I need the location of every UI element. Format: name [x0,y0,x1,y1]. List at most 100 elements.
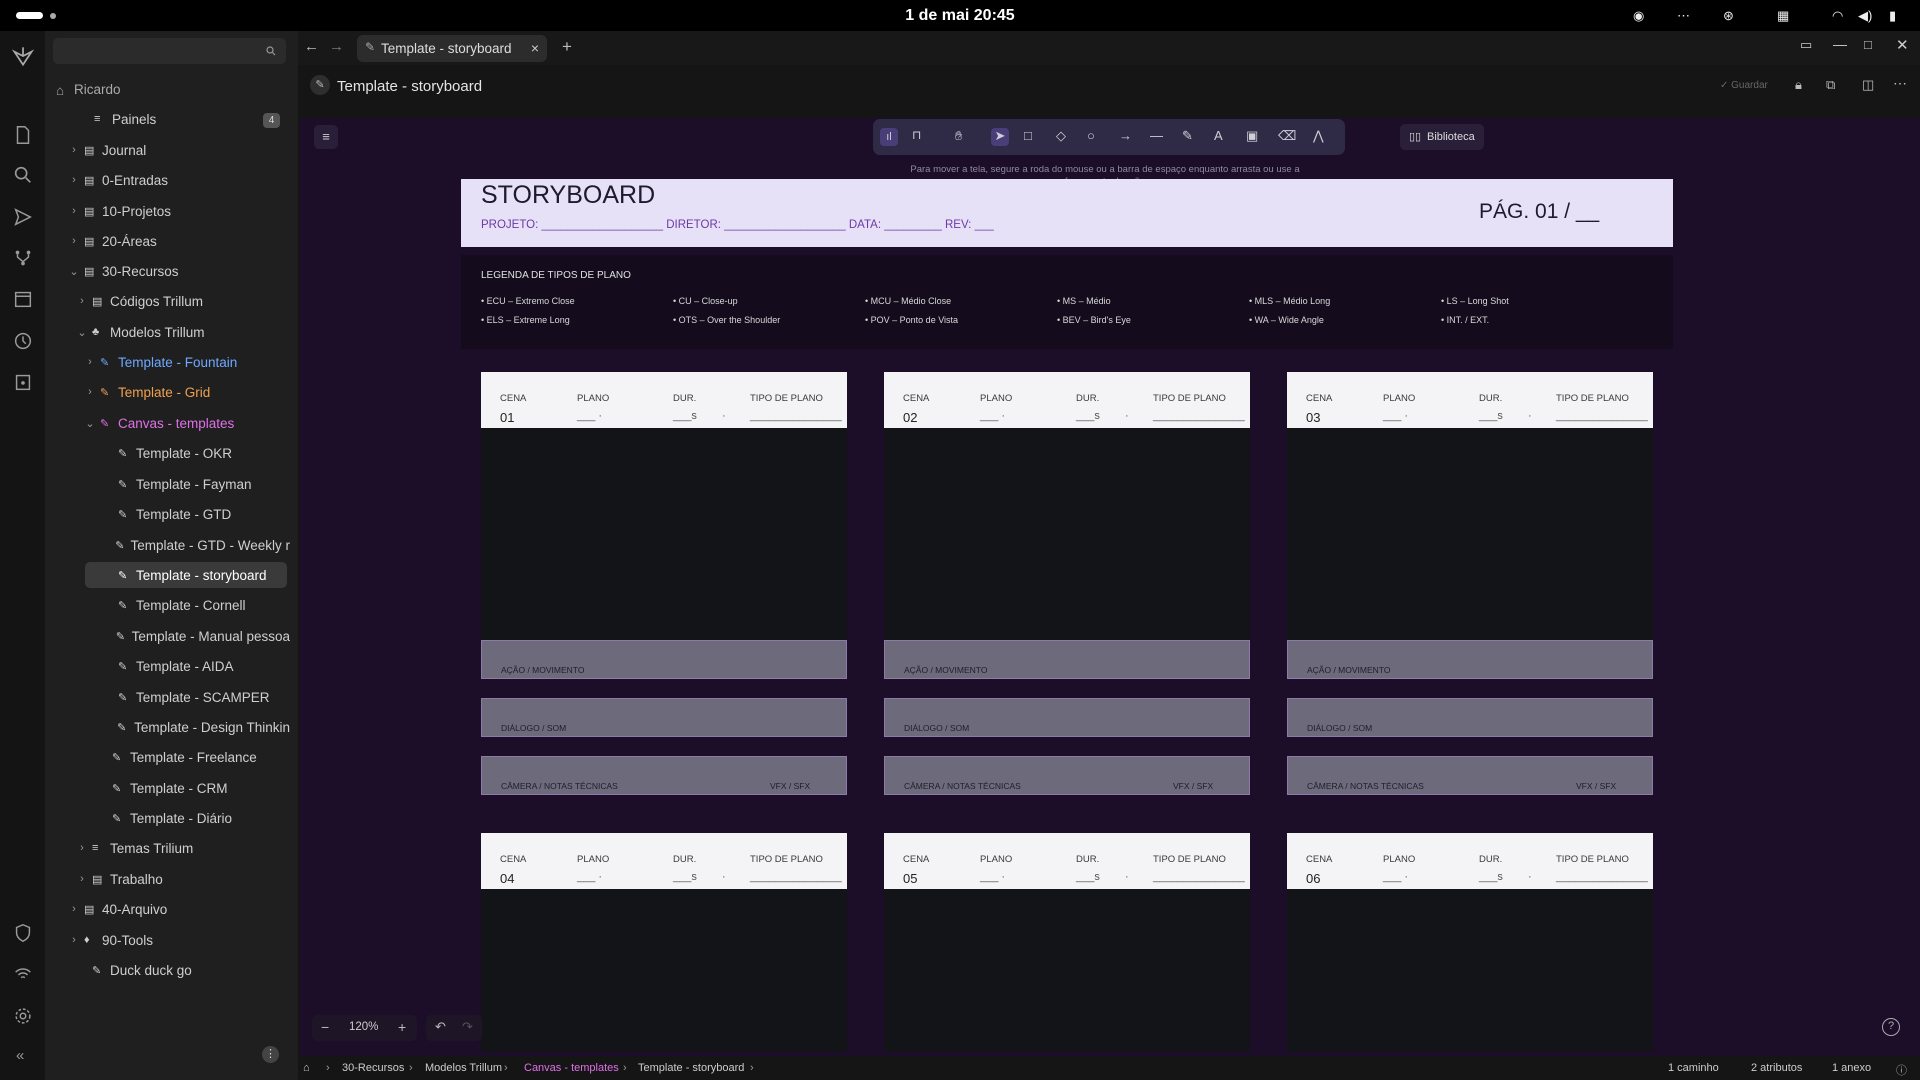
side-panel-icon[interactable]: ◫ [1862,77,1874,93]
panel-frame[interactable] [1287,889,1653,1052]
chevron-icon[interactable]: › [76,842,88,854]
tree-item[interactable]: ✎ Template - GTD - Weekly r [0,532,290,558]
lock-icon[interactable]: 🔒︎ [1795,77,1802,93]
grid-icon[interactable]: ▦ [1777,8,1789,24]
chevron-icon[interactable]: › [68,934,80,946]
panel-header[interactable]: CENA PLANO DUR. TIPO DE PLANO 03 ___ · ___s · __… [1287,372,1653,428]
dialogue-field[interactable]: DIÁLOGO / SOM [884,698,1250,737]
tree-item[interactable]: ✎ Template - CRM [0,775,290,801]
rectangle-tool-icon[interactable]: □ [1024,128,1042,146]
more-options-icon[interactable]: ⋯ [1893,75,1907,92]
line-tool-icon[interactable]: — [1150,128,1168,146]
volume-icon[interactable]: ◀) [1858,8,1872,24]
note-type-icon[interactable]: ✎ [310,75,330,95]
camera-notes-field[interactable]: CÂMERA / NOTAS TÉCNICAS VFX / SFX [481,756,847,795]
panel-header[interactable]: CENA PLANO DUR. TIPO DE PLANO 06 ___ · ___s · __… [1287,833,1653,889]
panel-header[interactable]: CENA PLANO DUR. TIPO DE PLANO 01 ___ · ___s · __… [481,372,847,428]
tree-item[interactable]: › ▤ 10-Projetos [0,198,290,224]
maximize-icon[interactable]: □ [1864,37,1872,52]
gear-icon[interactable] [12,1005,34,1027]
breadcrumb-item[interactable]: Modelos Trillum [425,1062,502,1074]
tree-item[interactable]: › ▤ 40-Arquivo [0,896,290,922]
search-input[interactable] [53,38,286,64]
tree-item[interactable]: ⌄ ♣ Modelos Trillum [0,319,290,345]
chevron-icon[interactable]: ⌄ [76,326,88,339]
chevron-icon[interactable]: › [68,903,80,915]
breadcrumb-item[interactable]: Canvas - templates [524,1062,619,1074]
save-button[interactable]: ✓ Guardar [1720,80,1768,91]
options-icon[interactable]: ⋮ [262,1046,279,1063]
paths-count[interactable]: 1 caminho [1668,1062,1719,1074]
chevron-icon[interactable]: › [76,873,88,885]
minimize-icon[interactable]: — [1833,36,1847,52]
tree-item[interactable]: ✎ Template - GTD [0,501,290,527]
help-icon[interactable]: ? [1882,1018,1900,1036]
action-field[interactable]: AÇÃO / MOVIMENTO [884,640,1250,679]
breadcrumb-item[interactable]: Template - storyboard [638,1062,744,1074]
tree-item[interactable]: ⌄ ▤ 30-Recursos [0,258,290,284]
wifi-icon[interactable]: ◠ [1832,8,1843,24]
chevron-icon[interactable]: › [68,144,80,156]
action-field[interactable]: AÇÃO / MOVIMENTO [1287,640,1653,679]
camera-notes-field[interactable]: CÂMERA / NOTAS TÉCNICAS VFX / SFX [884,756,1250,795]
tree-item[interactable]: › ▤ Códigos Trillum [0,288,290,314]
chevron-icon[interactable]: › [68,174,80,186]
accessibility-icon[interactable]: ◉ [1633,8,1644,24]
tree-item[interactable]: ✎ Template - OKR [0,440,290,466]
tree-item[interactable]: › ▤ Trabalho [0,866,290,892]
app-indicator-icon[interactable]: ⊛ [1723,8,1734,24]
tree-item[interactable]: ≡ Painels [0,106,290,132]
tree-item[interactable]: › ♦ 90-Tools [0,927,290,953]
more-icon[interactable]: ⋯ [1677,8,1690,24]
collapse-icon[interactable]: « [16,1047,24,1064]
tree-item[interactable]: ✎ Template - Manual pessoa [0,623,290,649]
action-field[interactable]: AÇÃO / MOVIMENTO [481,640,847,679]
panel-frame[interactable] [481,428,847,640]
tree-item[interactable]: › ✎ Template - Grid [0,379,290,405]
chevron-icon[interactable]: › [76,295,88,307]
breadcrumb-item[interactable]: 30-Recursos [342,1062,404,1074]
attributes-count[interactable]: 2 atributos [1751,1062,1802,1074]
tree-item[interactable]: ✎ Template - Freelance [0,744,290,770]
hand-tool-icon[interactable]: ✋︎ [955,128,973,146]
image-tool-icon[interactable]: ▣ [1246,128,1264,146]
panel-header[interactable]: CENA PLANO DUR. TIPO DE PLANO 05 ___ · ___s · __… [884,833,1250,889]
chevron-icon[interactable]: › [84,356,96,368]
library-button[interactable]: ▯▯ Biblioteca [1400,124,1484,150]
back-arrow-icon[interactable]: ← [304,38,319,55]
panel-header[interactable]: CENA PLANO DUR. TIPO DE PLANO 04 ___ · ___s · __… [481,833,847,889]
panel-frame[interactable] [884,428,1250,640]
arrow-tool-icon[interactable]: → [1119,128,1137,146]
close-window-icon[interactable]: ✕ [1896,36,1909,54]
camera-notes-field[interactable]: CÂMERA / NOTAS TÉCNICAS VFX / SFX [1287,756,1653,795]
tree-item[interactable]: ✎ Template - Fayman [0,471,290,497]
text-tool-icon[interactable]: A [1214,128,1232,146]
split-window-icon[interactable]: ▭ [1800,37,1812,53]
panel-frame[interactable] [481,889,847,1052]
tab-storyboard[interactable]: ✎ Template - storyboard × [357,35,547,62]
dialogue-field[interactable]: DIÁLOGO / SOM [1287,698,1653,737]
dialogue-field[interactable]: DIÁLOGO / SOM [481,698,847,737]
new-tab-button[interactable]: + [562,37,572,57]
eraser-tool-icon[interactable]: ⌫ [1278,128,1296,146]
tree-item[interactable]: › ▤ 20-Áreas [0,228,290,254]
unlock-icon[interactable]: ⊓ [912,128,930,146]
tree-item[interactable]: › ▤ 0-Entradas [0,167,290,193]
tree-item[interactable]: ⌄ ✎ Canvas - templates [0,410,290,436]
chevron-icon[interactable]: › [68,205,80,217]
ellipse-tool-icon[interactable]: ○ [1087,128,1105,146]
tree-item[interactable]: › ✎ Template - Fountain [0,349,290,375]
zoom-in-button[interactable]: + [398,1019,406,1035]
clone-icon[interactable]: ⧉ [1826,77,1835,93]
home-icon[interactable]: ⌂ [303,1062,310,1074]
tree-item[interactable]: › ≡ Temas Trilium [0,835,290,861]
pencil-tool-icon[interactable]: ✎ [1182,128,1200,146]
panel-header[interactable]: CENA PLANO DUR. TIPO DE PLANO 02 ___ · ___s · __… [884,372,1250,428]
battery-icon[interactable]: ▮ [1889,8,1896,24]
trilium-logo-icon[interactable] [10,43,36,69]
note-title[interactable]: Template - storyboard [337,78,482,95]
panel-frame[interactable] [1287,428,1653,640]
chart-tool-icon[interactable]: ıl [880,128,898,146]
tree-item[interactable]: ✎ Template - AIDA [0,653,290,679]
tree-item[interactable]: ✎ Template - storyboard [85,562,287,588]
